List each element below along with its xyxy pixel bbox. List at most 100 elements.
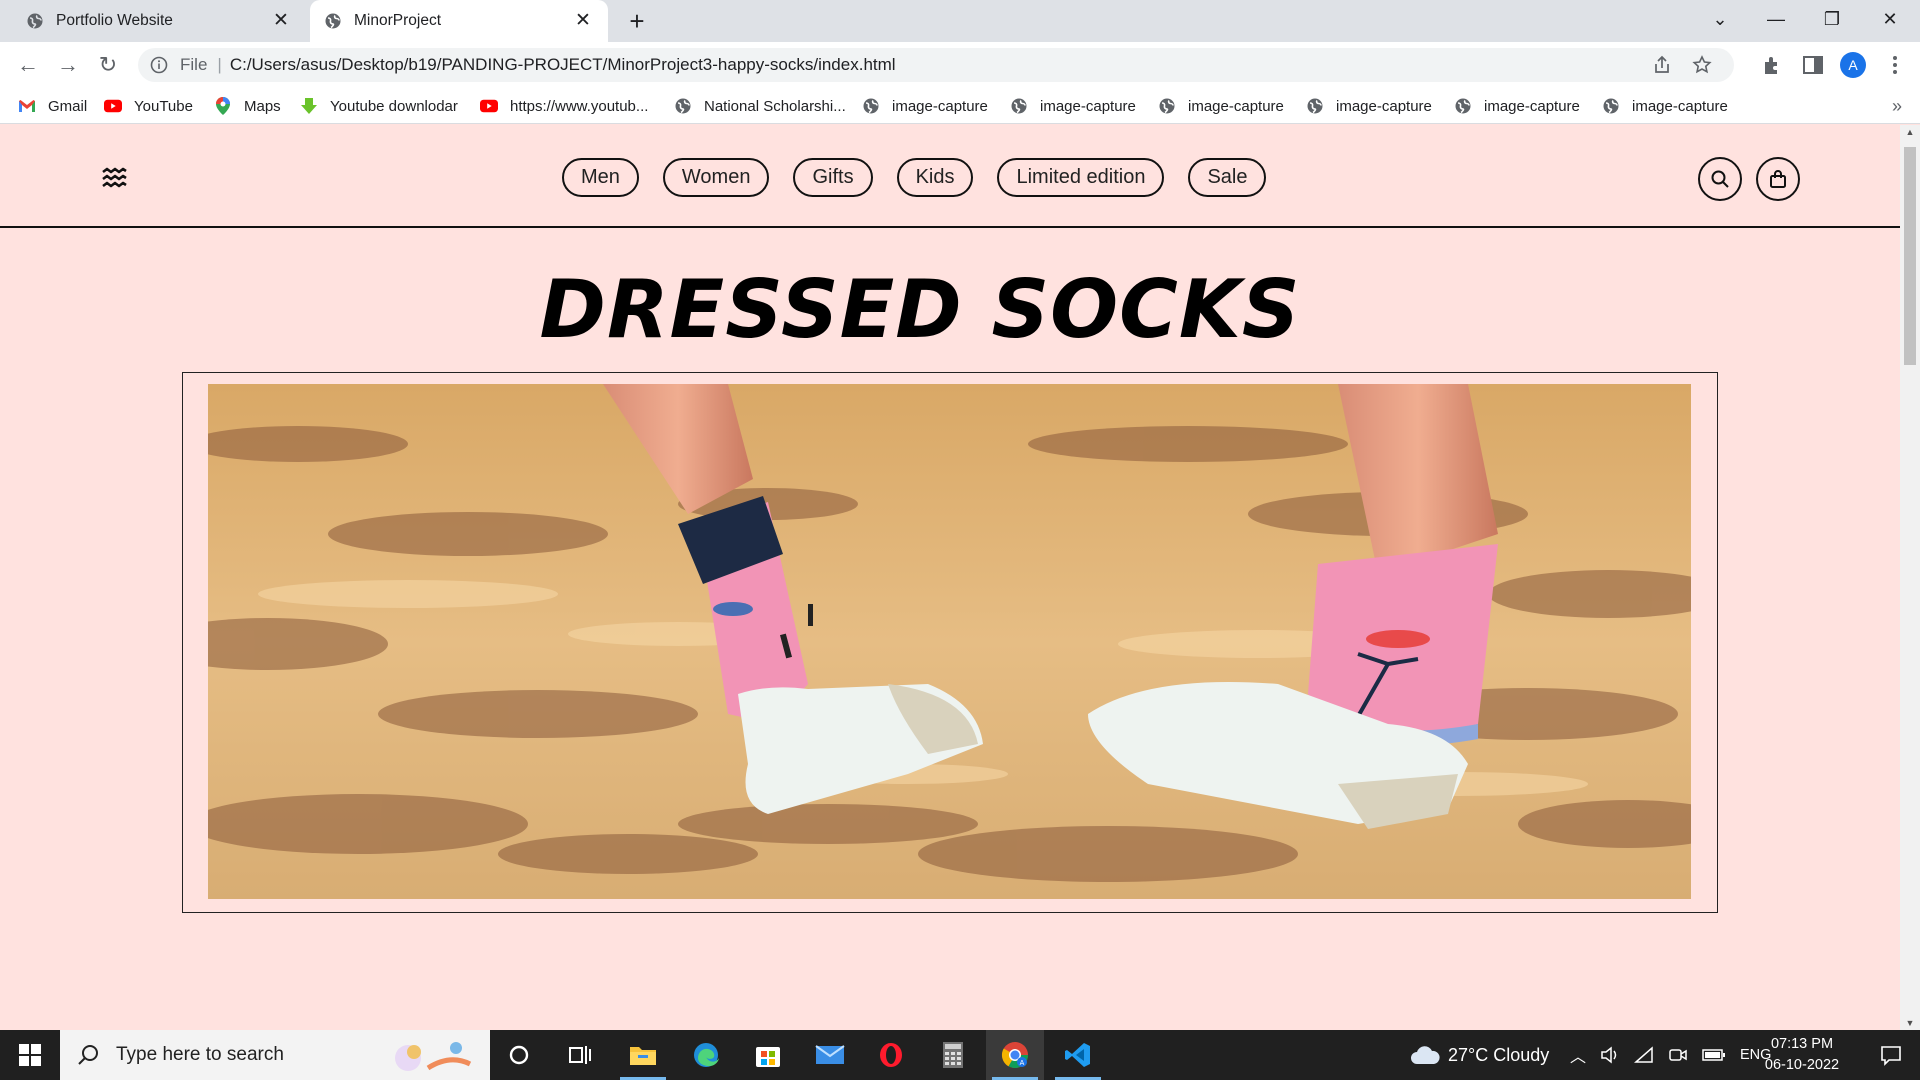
meet-now-icon[interactable]: [1668, 1046, 1688, 1064]
tab-strip: Portfolio Website ✕ MinorProject ✕ + ⌄ —…: [0, 0, 1920, 42]
tab-search-chevron-icon[interactable]: ⌄: [1692, 0, 1748, 42]
show-hidden-icons-icon[interactable]: ︿: [1570, 1043, 1586, 1067]
taskbar-mail[interactable]: [801, 1030, 859, 1080]
taskbar-vscode[interactable]: [1049, 1030, 1107, 1080]
mail-icon: [815, 1045, 845, 1064]
bookmark-national-scholarship[interactable]: National Scholarshi...: [674, 88, 846, 124]
site-header: Men Women Gifts Kids Limited edition Sal…: [0, 125, 1900, 228]
nav-kids[interactable]: Kids: [896, 158, 974, 197]
page-scrollbar[interactable]: ▲ ▼: [1900, 125, 1920, 1030]
nav-women[interactable]: Women: [662, 158, 770, 197]
bookmark-label: image-capture: [1632, 97, 1728, 115]
profile-avatar[interactable]: A: [1840, 52, 1866, 78]
cart-button[interactable]: [1756, 157, 1800, 201]
bookmark-label: image-capture: [892, 97, 988, 115]
bookmark-youtube-url[interactable]: https://www.youtub...: [480, 88, 648, 124]
task-view-button[interactable]: [551, 1030, 609, 1080]
nav-gifts[interactable]: Gifts: [793, 158, 873, 197]
svg-text:A: A: [1020, 1060, 1025, 1067]
bookmark-label: YouTube: [134, 97, 193, 115]
hero-image-frame: [182, 372, 1718, 913]
task-view-icon: [569, 1046, 591, 1064]
weather-widget[interactable]: 27°C Cloudy: [1410, 1030, 1549, 1080]
bookmark-star-icon[interactable]: [1692, 55, 1712, 75]
nav-men[interactable]: Men: [562, 158, 639, 197]
bookmark-maps[interactable]: Maps: [214, 88, 281, 124]
taskbar-clock[interactable]: 07:13 PM 06-10-2022: [1762, 1034, 1842, 1076]
separator: |: [217, 55, 222, 74]
bookmark-youtube[interactable]: YouTube: [104, 88, 193, 124]
forward-button[interactable]: →: [54, 51, 82, 79]
microsoft-store-icon: [756, 1047, 780, 1067]
cortana-button[interactable]: [490, 1030, 548, 1080]
restore-button[interactable]: ❐: [1804, 0, 1860, 42]
volume-icon[interactable]: [1600, 1046, 1620, 1064]
bookmark-label: image-capture: [1336, 97, 1432, 115]
notifications-button[interactable]: [1862, 1030, 1920, 1080]
windows-logo-icon: [19, 1044, 41, 1066]
wifi-icon[interactable]: [1634, 1046, 1654, 1064]
hero-image-socks-on-sand: [208, 384, 1691, 899]
taskbar-calculator[interactable]: [924, 1030, 982, 1080]
cortana-circle-icon: [509, 1045, 529, 1065]
side-panel-icon[interactable]: [1800, 52, 1826, 78]
globe-icon: [674, 97, 692, 115]
chrome-icon: A: [1001, 1042, 1029, 1069]
back-button[interactable]: ←: [14, 51, 42, 79]
close-window-button[interactable]: ✕: [1862, 0, 1918, 42]
tab-portfolio-website[interactable]: Portfolio Website ✕: [0, 0, 306, 42]
hero-title: DRESSED SOCKS: [539, 263, 1301, 356]
close-tab-icon[interactable]: ✕: [572, 10, 594, 32]
scroll-down-arrow-icon[interactable]: ▼: [1905, 1018, 1915, 1028]
tab-minorproject[interactable]: MinorProject ✕: [310, 0, 608, 42]
taskbar-chrome[interactable]: A: [986, 1030, 1044, 1080]
nav-limited-edition[interactable]: Limited edition: [997, 158, 1165, 197]
vscode-icon: [1065, 1043, 1090, 1067]
main-nav: Men Women Gifts Kids Limited edition Sal…: [562, 158, 1267, 197]
page-viewport: Men Women Gifts Kids Limited edition Sal…: [0, 125, 1900, 1030]
system-tray: ︿ ENG: [1570, 1030, 1771, 1080]
globe-icon: [1454, 97, 1472, 115]
scroll-up-arrow-icon[interactable]: ▲: [1905, 127, 1915, 137]
address-bar[interactable]: File | C:/Users/asus/Desktop/b19/PANDING…: [138, 48, 1734, 82]
scheme-label: File: [180, 55, 208, 74]
info-icon[interactable]: [150, 56, 168, 74]
taskbar-search[interactable]: Type here to search: [60, 1030, 490, 1080]
taskbar-opera[interactable]: [862, 1030, 920, 1080]
new-tab-button[interactable]: +: [622, 6, 652, 36]
bookmark-image-capture[interactable]: image-capture: [1010, 88, 1136, 124]
cloud-icon: [1411, 1046, 1440, 1064]
more-menu-icon[interactable]: [1882, 52, 1908, 78]
minimize-button[interactable]: —: [1748, 0, 1804, 42]
bookmark-image-capture[interactable]: image-capture: [1158, 88, 1284, 124]
start-button[interactable]: [0, 1030, 60, 1080]
reload-button[interactable]: ↻: [94, 51, 122, 79]
taskbar-microsoft-store[interactable]: [739, 1030, 797, 1080]
search-highlight-illustration-icon: [395, 1042, 472, 1071]
more-bookmarks-icon[interactable]: »: [1892, 96, 1902, 117]
share-icon[interactable]: [1652, 55, 1672, 75]
close-tab-icon[interactable]: ✕: [270, 10, 292, 32]
menu-waves-icon[interactable]: [100, 165, 128, 193]
nav-sale[interactable]: Sale: [1188, 158, 1267, 197]
bookmark-youtube-downlodar[interactable]: Youtube downlodar: [300, 88, 458, 124]
bookmark-image-capture[interactable]: image-capture: [1602, 88, 1728, 124]
bookmark-label: image-capture: [1040, 97, 1136, 115]
scrollbar-thumb[interactable]: [1904, 147, 1916, 365]
browser-toolbar: ← → ↻ File | C:/Users/asus/Desktop/b19/P…: [0, 42, 1920, 88]
bookmark-image-capture[interactable]: image-capture: [862, 88, 988, 124]
battery-icon[interactable]: [1702, 1048, 1726, 1062]
globe-icon: [1010, 97, 1028, 115]
bookmark-gmail[interactable]: Gmail: [18, 88, 87, 124]
bookmark-image-capture[interactable]: image-capture: [1306, 88, 1432, 124]
search-placeholder: Type here to search: [116, 1044, 284, 1065]
bookmark-label: https://www.youtub...: [510, 97, 649, 115]
taskbar-edge[interactable]: [677, 1030, 735, 1080]
extensions-icon[interactable]: [1760, 52, 1786, 78]
bookmarks-bar: Gmail YouTube Maps Youtube downlodar htt…: [0, 88, 1920, 124]
bookmark-label: Maps: [244, 97, 281, 115]
bookmark-image-capture[interactable]: image-capture: [1454, 88, 1580, 124]
taskbar-file-explorer[interactable]: [614, 1030, 672, 1080]
edge-icon: [694, 1043, 719, 1067]
search-button[interactable]: [1698, 157, 1742, 201]
